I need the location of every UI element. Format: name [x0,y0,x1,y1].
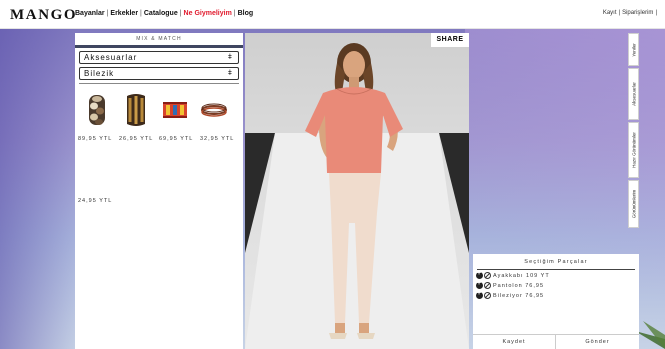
nav-catalogue[interactable]: Catalogue [144,10,178,17]
main-nav: Bayanlar | Erkekler | Catalogue | Ne Giymeliyi… [75,10,253,17]
remove-icon[interactable] [484,272,491,279]
subcategory-select[interactable]: Bilezik ǂ [79,67,239,80]
model-figure [305,43,403,339]
subcategory-select-value: Bilezik [84,69,115,78]
register-link[interactable]: Kayıt [603,10,617,16]
nav-ne-giymeliyim[interactable]: Ne Giymeliyim [184,10,232,17]
tab-gorunumlerim[interactable]: Görünümlerim [628,180,639,228]
selected-actions: Kaydet Gönder [473,334,639,349]
selected-item-label: Bileziyor 76,95 [493,292,545,299]
save-button[interactable]: Kaydet [473,335,555,349]
product-price: 26,95 YTL [119,136,154,142]
selected-divider [477,269,635,270]
select-caret-icon: ǂ [227,70,233,77]
add-icon[interactable] [476,280,483,289]
nav-separator: | [179,10,182,17]
product-price: 24,95 YTL [78,198,113,204]
tab-aksesuarlar[interactable]: Aksesuarlar [628,68,639,120]
send-button[interactable]: Gönder [556,335,639,349]
product-price: 89,95 YTL [78,136,113,142]
embroidered-cuff-icon[interactable] [161,92,189,128]
tab-label: Yeniler [631,42,636,57]
category-select[interactable]: Aksesuarlar ǂ [79,51,239,64]
thin-bangles-icon[interactable] [200,92,228,128]
share-button[interactable]: SHARE [431,33,469,47]
select-divider [79,83,239,84]
nav-separator: | [233,10,236,17]
tab-label: Görünümlerim [631,189,636,219]
selected-item: Pantolon 76,95 [476,280,545,291]
selected-item: Bileziyor 76,95 [476,290,545,301]
category-select-value: Aksesuarlar [84,53,138,62]
nav-separator: | [106,10,109,17]
selected-items-panel: Seçtiğim Parçalar Ayakkabı 109 YT Pantol… [473,254,639,349]
tab-label: Hazır Görünümler [631,132,636,168]
top-bar: MANGO Bayanlar | Erkekler | Catalogue | Ne Giy… [0,0,665,29]
wood-cuff-icon[interactable] [122,92,150,128]
selected-item: Ayakkabı 109 YT [476,270,550,281]
add-icon[interactable] [476,270,483,279]
product-price: 32,95 YTL [200,136,235,142]
selected-item-label: Pantolon 76,95 [493,282,545,289]
selected-items-title: Seçtiğim Parçalar [524,259,588,265]
mix-match-panel: MIX & MATCH Aksesuarlar ǂ Bilezik ǂ 89,9… [75,33,243,349]
remove-icon[interactable] [484,282,491,289]
account-links: Kayıt | Siparişlerim | [603,10,659,16]
product-price: 69,95 YTL [159,136,194,142]
nav-bayanlar[interactable]: Bayanlar [75,10,105,17]
tab-hazir-gorunumler[interactable]: Hazır Görünümler [628,122,639,178]
nav-erkekler[interactable]: Erkekler [110,10,138,17]
tab-yeniler[interactable]: Yeniler [628,33,639,66]
mix-match-title: MIX & MATCH [75,33,243,45]
nav-separator: | [140,10,142,17]
remove-icon[interactable] [484,292,491,299]
orders-link[interactable]: Siparişlerim [622,10,653,16]
link-separator: | [618,10,621,16]
tab-label: Aksesuarlar [631,82,636,106]
select-caret-icon: ǂ [227,54,233,61]
link-separator: | [655,10,657,16]
nav-blog[interactable]: Blog [238,10,254,17]
panel-divider [75,45,243,48]
add-icon[interactable] [476,290,483,299]
backdrop-glow-left [0,29,80,349]
beaded-bracelet-icon[interactable] [83,92,111,128]
mango-logo[interactable]: MANGO [10,7,77,24]
selected-item-label: Ayakkabı 109 YT [493,272,550,279]
model-photo: SHARE [245,33,469,349]
